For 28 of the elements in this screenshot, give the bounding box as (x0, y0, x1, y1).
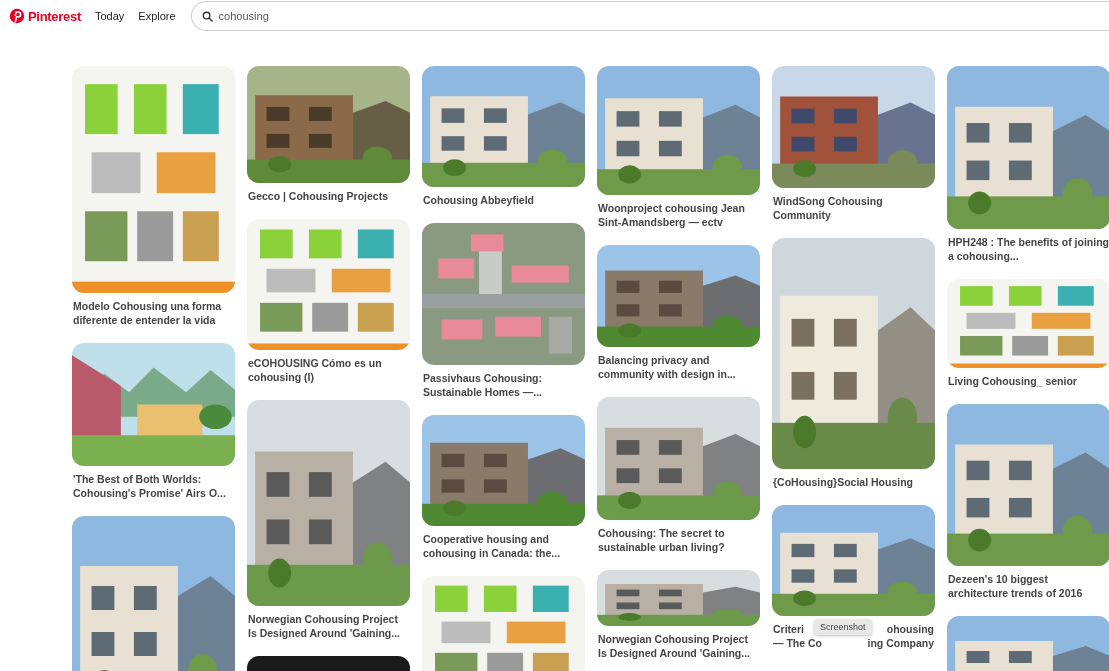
pin-title[interactable]: Dezeen's 10 biggest architecture trends of 2016 (947, 572, 1109, 600)
pin-title[interactable]: Norwegian Cohousing Project Is Designed Around 'Gaining... (247, 612, 410, 640)
search-field[interactable]: cohousing (190, 1, 1109, 31)
pin-title[interactable]: Gecco | Cohousing Projects (247, 189, 410, 203)
brand-name[interactable]: Pinterest (28, 8, 81, 24)
logo-icon[interactable] (9, 8, 25, 24)
pin-title[interactable]: — The Co (772, 636, 823, 650)
pin-title[interactable]: Passivhaus Cohousing: Sustainable Homes —... (422, 371, 585, 399)
pin-title[interactable]: {CoHousing}Social Housing (772, 475, 935, 489)
nav-link[interactable]: Explore (138, 10, 176, 22)
pin-title[interactable]: eCOHOUSING Cómo es un cohousing (I) (247, 356, 410, 384)
pin-title[interactable]: ohousing (885, 622, 935, 636)
pin-title[interactable]: Cooperative housing and cohousing in Canada: the... (422, 532, 585, 560)
pin-title[interactable]: Norwegian Cohousing Project Is Designed Around 'Gaining... (597, 632, 760, 660)
pin-title[interactable]: ing Company (866, 636, 935, 650)
pin-title[interactable]: HPH248 : The benefits of joining a cohousing... (947, 235, 1109, 263)
pin-title[interactable]: Balancing privacy and community with design in... (597, 353, 760, 381)
pin-title[interactable]: WindSong Cohousing Community (772, 194, 935, 222)
pin-title[interactable]: Cohousing: The secret to sustainable urban living? (597, 526, 760, 554)
pin-title[interactable]: Criteri (772, 622, 805, 636)
pin-title[interactable]: Cohousing Abbeyfield (422, 193, 585, 207)
pin-title[interactable]: Living Cohousing_ senior (947, 374, 1109, 388)
pin-title[interactable]: Woonproject cohousing Jean Sint-Amandsberg — ectv (597, 201, 760, 229)
pin-title[interactable]: 'The Best of Both Worlds: Cohousing's Promise' Airs O... (72, 472, 235, 500)
tooltip: Screenshot (814, 619, 872, 635)
nav-link[interactable]: Today (94, 10, 125, 22)
pin-title[interactable]: Modelo Cohousing una forma diferente de entender la vida (72, 299, 235, 327)
search-icon (201, 11, 213, 22)
